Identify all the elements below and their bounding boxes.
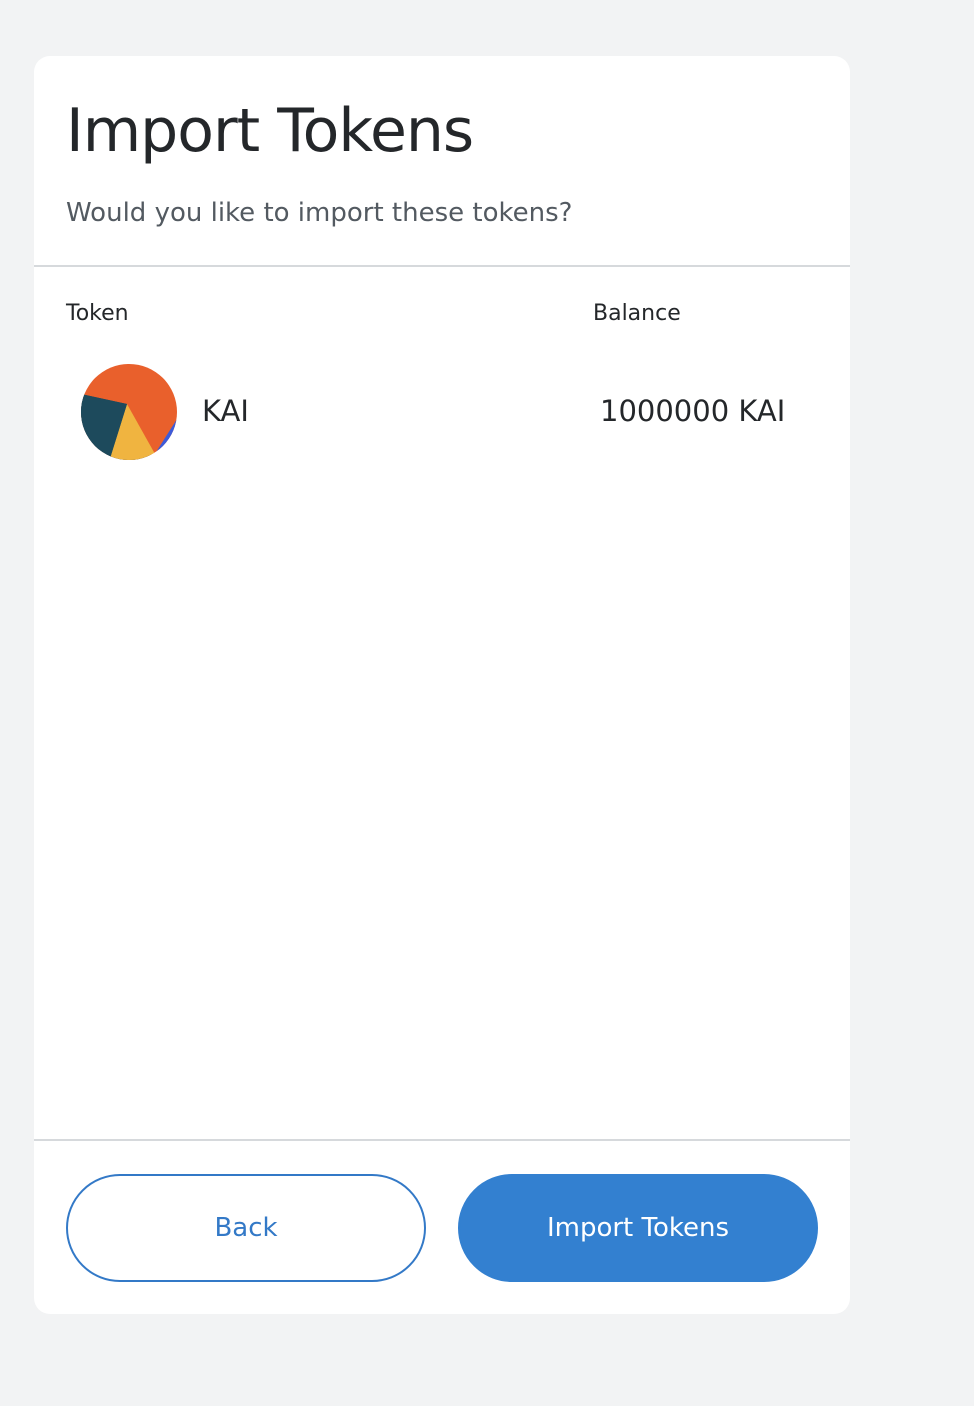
import-tokens-card: Import Tokens Would you like to import t…: [34, 56, 850, 1314]
import-tokens-button[interactable]: Import Tokens: [458, 1174, 818, 1282]
token-row: KAI 1000000 KAI: [34, 356, 850, 466]
back-button[interactable]: Back: [66, 1174, 426, 1282]
page-title: Import Tokens: [66, 96, 474, 166]
card-footer: Back Import Tokens: [34, 1139, 850, 1316]
token-symbol: KAI: [202, 394, 249, 428]
card-header: Import Tokens Would you like to import t…: [34, 56, 850, 267]
column-header-token: Token: [66, 301, 129, 326]
token-balance: 1000000 KAI: [600, 394, 786, 428]
jazzicon-token-icon: [81, 364, 177, 460]
column-header-balance: Balance: [593, 301, 681, 326]
page-subtitle: Would you like to import these tokens?: [66, 198, 573, 228]
